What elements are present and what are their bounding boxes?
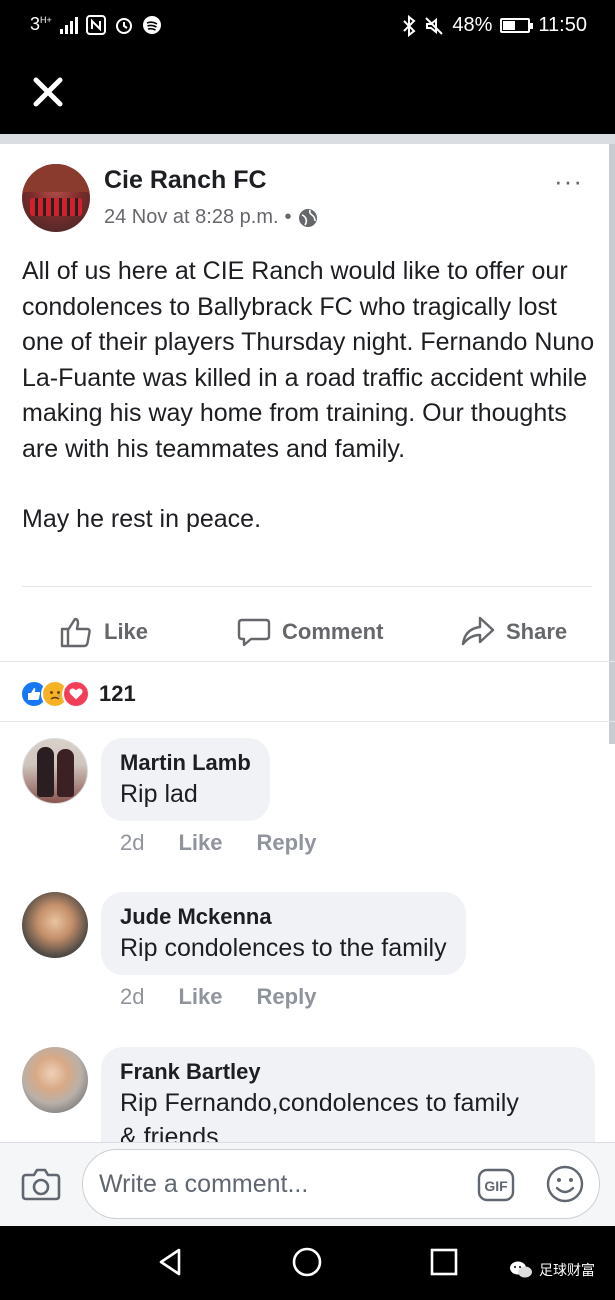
home-icon[interactable] (291, 1246, 323, 1278)
camera-icon[interactable] (20, 1163, 62, 1205)
comment-button[interactable]: Comment (236, 604, 383, 660)
comment-like-button[interactable]: Like (178, 830, 222, 856)
comment-bubble: Martin Lamb Rip lad (101, 738, 270, 821)
post-paragraph-1: All of us here at CIE Ranch would like t… (22, 257, 595, 463)
share-icon (461, 616, 495, 646)
comment-text-continued: & friends (120, 1123, 219, 1142)
gif-label: GIF (484, 1178, 508, 1194)
timestamp-text: 24 Nov at 8:28 p.m. (104, 206, 279, 228)
commenter-avatar[interactable] (22, 738, 88, 804)
love-reaction-icon (62, 680, 90, 708)
like-button[interactable]: Like (58, 604, 148, 660)
status-left: 3H+ (30, 14, 162, 35)
comment-author[interactable]: Frank Bartley (120, 1058, 576, 1086)
app-bar (0, 52, 615, 134)
post-view: Cie Ranch FC 24 Nov at 8:28 p.m. • ··· A… (0, 134, 615, 1142)
commenter-avatar[interactable] (22, 892, 88, 958)
post-actions: Like Comment Share (0, 604, 615, 660)
comment-meta: 2d Like Reply (120, 984, 316, 1010)
comment-bubble: Jude Mckenna Rip condolences to the fami… (101, 892, 466, 975)
post-timestamp[interactable]: 24 Nov at 8:28 p.m. • (104, 206, 318, 229)
system-nav-bar: 足球财富 (0, 1226, 615, 1300)
close-icon[interactable] (30, 74, 66, 110)
comment-meta: 2d Like Reply (120, 830, 316, 856)
comment-input[interactable] (99, 1164, 459, 1204)
bluetooth-icon (403, 14, 416, 37)
divider (0, 661, 615, 662)
comment-time: 2d (120, 830, 145, 855)
network-label: 3H+ (30, 14, 52, 34)
nfc-icon (85, 14, 106, 35)
comment-icon (237, 618, 271, 647)
page-avatar[interactable] (22, 164, 90, 232)
comment-like-button[interactable]: Like (178, 984, 222, 1010)
post-paragraph-2: May he rest in peace. (22, 505, 262, 533)
divider (0, 721, 615, 722)
watermark: 足球财富 (509, 1260, 595, 1280)
wechat-icon (510, 1261, 532, 1278)
comment-reply-button[interactable]: Reply (257, 830, 317, 856)
like-label: Like (104, 619, 149, 644)
emoji-icon[interactable] (545, 1164, 585, 1204)
comment-input-field[interactable]: GIF (82, 1149, 600, 1219)
comment-composer: GIF (0, 1142, 615, 1226)
back-icon[interactable] (155, 1246, 187, 1278)
more-options-button[interactable]: ··· (554, 166, 583, 197)
battery-icon (500, 18, 534, 33)
comment-text: Rip lad (120, 780, 198, 808)
spotify-icon (142, 15, 161, 34)
status-right: 48% 11:50 (402, 14, 587, 37)
mute-icon (425, 16, 444, 35)
signal-icon (59, 16, 78, 34)
share-button[interactable]: Share (460, 604, 567, 660)
globe-icon (298, 208, 317, 227)
comment-bubble: Frank Bartley Rip Fernando,condolences t… (101, 1047, 595, 1142)
recents-icon[interactable] (428, 1246, 460, 1278)
comment-reply-button[interactable]: Reply (257, 984, 317, 1010)
comment-author[interactable]: Martin Lamb (120, 749, 251, 777)
post-body: All of us here at CIE Ranch would like t… (22, 254, 602, 538)
status-bar: 3H+ 48% 11:50 (0, 0, 615, 52)
reactions-summary[interactable]: 121 (20, 680, 136, 708)
comment-author[interactable]: Jude Mckenna (120, 903, 447, 931)
comment-label: Comment (282, 619, 384, 644)
comment-text: Rip Fernando,condolences to family (120, 1089, 519, 1117)
separator-strip (0, 134, 615, 144)
share-label: Share (506, 619, 568, 644)
alarm-icon (115, 17, 132, 34)
watermark-text: 足球财富 (539, 1262, 595, 1278)
timestamp-separator: • (284, 206, 292, 228)
comment-time: 2d (120, 984, 145, 1009)
gif-icon[interactable]: GIF (476, 1165, 516, 1205)
clock: 11:50 (538, 14, 587, 36)
reaction-count: 121 (99, 681, 136, 706)
battery-percent: 48% (452, 14, 493, 36)
commenter-avatar[interactable] (22, 1047, 88, 1113)
page-name[interactable]: Cie Ranch FC (104, 166, 267, 195)
divider (22, 586, 592, 587)
thumbs-up-icon (60, 617, 91, 648)
comment-text: Rip condolences to the family (120, 934, 447, 962)
